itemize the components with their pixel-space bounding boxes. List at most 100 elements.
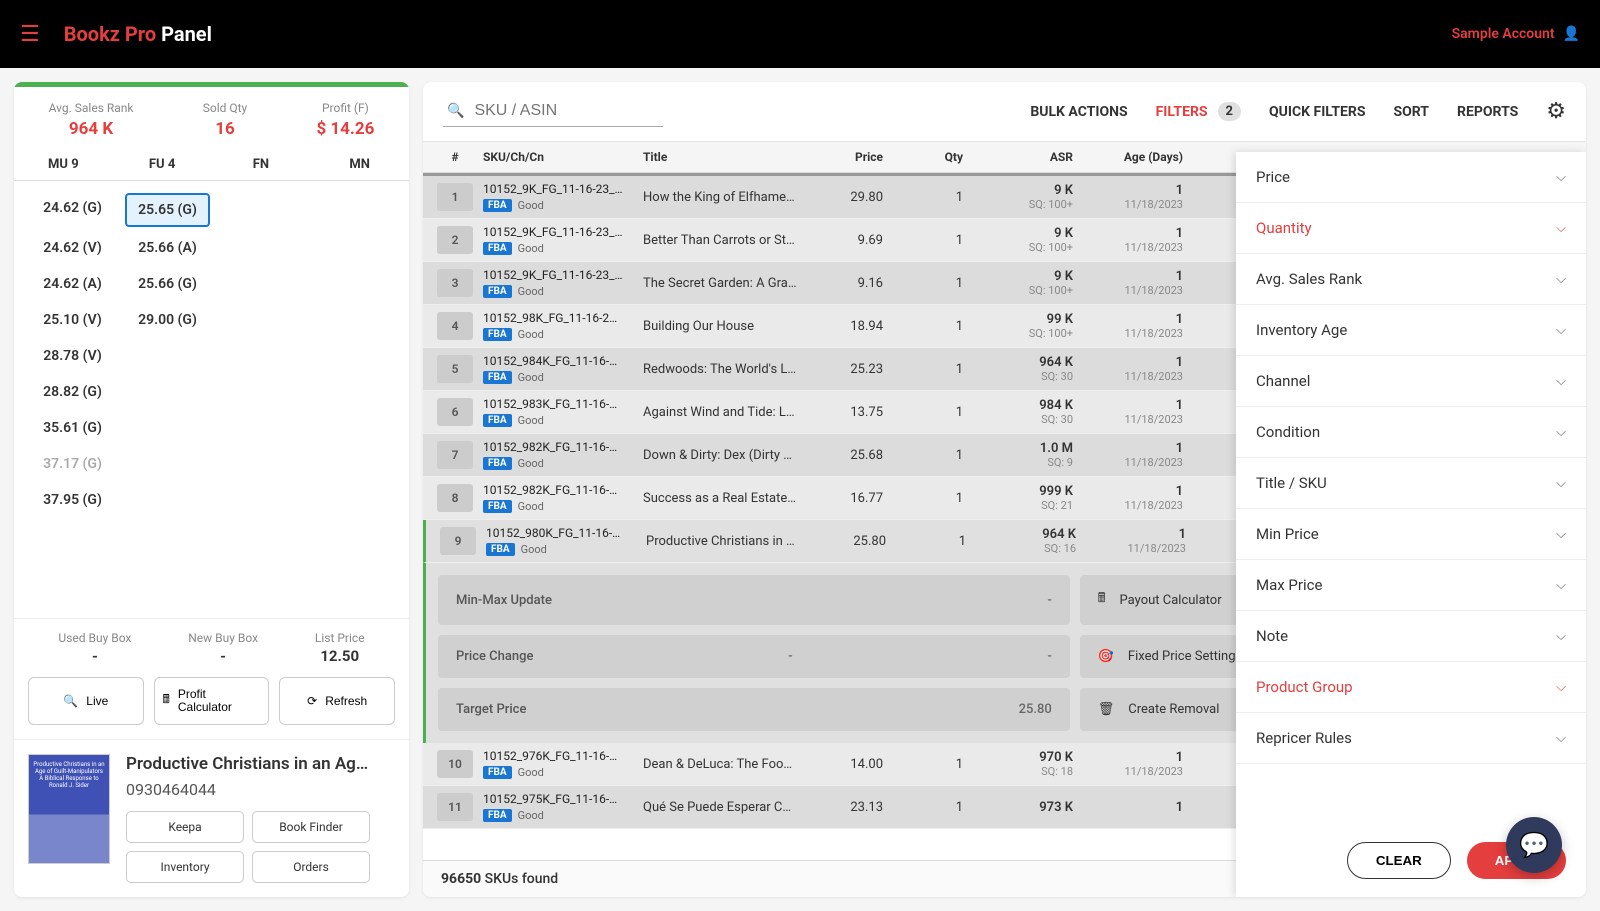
qty-cell: 1 bbox=[886, 534, 966, 549]
tab-mn[interactable]: MN bbox=[310, 149, 409, 180]
status-text: 96650 SKUs found bbox=[441, 871, 558, 887]
product-buttons: Keepa Book Finder Inventory Orders bbox=[126, 811, 395, 883]
stat-avg-sales-rank: Avg. Sales Rank 964 K bbox=[49, 101, 134, 139]
minmax-update[interactable]: Min-Max Update- bbox=[438, 575, 1070, 625]
qty-cell: 1 bbox=[883, 491, 963, 506]
chevron-down-icon: ⌵ bbox=[1556, 527, 1566, 542]
brand-secondary: Panel bbox=[161, 22, 212, 46]
tab-fu[interactable]: FU 4 bbox=[113, 149, 212, 180]
filter-item[interactable]: Product Group⌵ bbox=[1236, 662, 1586, 713]
price-cell[interactable]: 35.61 (G) bbox=[30, 413, 115, 443]
price-cell[interactable]: 37.95 (G) bbox=[30, 485, 115, 515]
age-cell: 1 bbox=[1073, 800, 1183, 815]
menu-icon[interactable]: ☰ bbox=[20, 22, 40, 47]
filter-item[interactable]: Avg. Sales Rank⌵ bbox=[1236, 254, 1586, 305]
price-cell[interactable]: 25.10 (V) bbox=[30, 305, 115, 335]
price-cell: 29.80 bbox=[803, 190, 883, 205]
sku-cell: 10152_975K_FG_11-16-… FBAGood bbox=[473, 792, 643, 822]
fba-badge: FBA bbox=[483, 328, 512, 341]
price-cell[interactable]: 24.62 (V) bbox=[30, 233, 115, 263]
clear-button[interactable]: CLEAR bbox=[1347, 842, 1451, 879]
price-grid: 24.62 (G) 25.65 (G) 24.62 (V) 25.66 (A) 24.6… bbox=[14, 181, 409, 618]
chevron-down-icon: ⌵ bbox=[1556, 578, 1566, 593]
fba-badge: FBA bbox=[483, 371, 512, 384]
orders-button[interactable]: Orders bbox=[252, 851, 370, 883]
live-button[interactable]: 🔍Live bbox=[28, 677, 144, 725]
age-cell: 111/18/2023 bbox=[1073, 269, 1183, 297]
chat-bubble-icon[interactable]: 💬 bbox=[1506, 817, 1562, 873]
asr-cell: 9 KSQ: 100+ bbox=[963, 183, 1073, 211]
tab-fn[interactable]: FN bbox=[212, 149, 311, 180]
header-left: ☰ Bookz Pro Panel bbox=[20, 22, 212, 47]
filter-label: Inventory Age bbox=[1256, 321, 1347, 339]
target-price[interactable]: Target Price25.80 bbox=[438, 688, 1070, 731]
user-icon: 👤 bbox=[1563, 26, 1580, 42]
filter-item[interactable]: Inventory Age⌵ bbox=[1236, 305, 1586, 356]
filter-count-badge: 2 bbox=[1218, 102, 1241, 121]
keepa-button[interactable]: Keepa bbox=[126, 811, 244, 843]
filter-item[interactable]: Quantity⌵ bbox=[1236, 203, 1586, 254]
sort-button[interactable]: SORT bbox=[1393, 104, 1429, 120]
col-asr: ASR bbox=[963, 150, 1073, 164]
price-cell[interactable]: 29.00 (G) bbox=[125, 305, 210, 335]
filter-item[interactable]: Title / SKU⌵ bbox=[1236, 458, 1586, 509]
filter-item[interactable]: Max Price⌵ bbox=[1236, 560, 1586, 611]
filter-item[interactable]: Price⌵ bbox=[1236, 152, 1586, 203]
price-cell[interactable]: 24.62 (G) bbox=[30, 193, 115, 227]
brand: Bookz Pro Panel bbox=[64, 22, 212, 46]
left-panel: Avg. Sales Rank 964 K Sold Qty 16 Profit… bbox=[14, 82, 409, 897]
age-cell: 111/18/2023 bbox=[1076, 527, 1186, 555]
product-asin: 0930464044 bbox=[126, 780, 395, 799]
sku-text: 10152_982K_FG_11-16-… bbox=[483, 483, 643, 497]
filters-button[interactable]: FILTERS 2 bbox=[1156, 102, 1241, 121]
fba-badge: FBA bbox=[483, 766, 512, 779]
age-cell: 111/18/2023 bbox=[1073, 226, 1183, 254]
bulk-actions-button[interactable]: BULK ACTIONS bbox=[1030, 104, 1127, 120]
filter-item[interactable]: Condition⌵ bbox=[1236, 407, 1586, 458]
search-input[interactable] bbox=[474, 102, 659, 120]
asr-cell: 999 KSQ: 21 bbox=[963, 484, 1073, 512]
price-change[interactable]: Price Change-- bbox=[438, 635, 1070, 678]
age-cell: 111/18/2023 bbox=[1073, 441, 1183, 469]
price-cell[interactable]: 28.82 (G) bbox=[30, 377, 115, 407]
price-cell: 9.16 bbox=[803, 276, 883, 291]
product-title: Productive Christians in an Age of… bbox=[126, 754, 376, 774]
price-cell[interactable]: 28.78 (V) bbox=[30, 341, 115, 371]
qty-cell: 1 bbox=[883, 448, 963, 463]
profit-calc-button[interactable]: 🖩Profit Calculator bbox=[154, 677, 270, 725]
title-cell: Against Wind and Tide: L… bbox=[643, 405, 803, 420]
condition-label: Good bbox=[518, 457, 544, 470]
price-cell[interactable]: 25.65 (G) bbox=[125, 193, 210, 227]
filter-item[interactable]: Min Price⌵ bbox=[1236, 509, 1586, 560]
book-finder-button[interactable]: Book Finder bbox=[252, 811, 370, 843]
filter-item[interactable]: Note⌵ bbox=[1236, 611, 1586, 662]
chevron-down-icon: ⌵ bbox=[1556, 731, 1566, 746]
price-cell[interactable]: 25.66 (A) bbox=[125, 233, 210, 263]
quick-filters-button[interactable]: QUICK FILTERS bbox=[1269, 104, 1365, 120]
price-cell: 23.13 bbox=[803, 800, 883, 815]
sku-text: 10152_982K_FG_11-16-… bbox=[483, 440, 643, 454]
sku-text: 10152_984K_FG_11-16-… bbox=[483, 354, 643, 368]
condition-label: Good bbox=[518, 328, 544, 341]
account-link[interactable]: Sample Account 👤 bbox=[1452, 26, 1580, 42]
title-cell: Down & Dirty: Dex (Dirty … bbox=[643, 448, 803, 463]
condition-label: Good bbox=[521, 543, 547, 556]
filter-item[interactable]: Channel⌵ bbox=[1236, 356, 1586, 407]
refresh-button[interactable]: ⟳Refresh bbox=[279, 677, 395, 725]
row-number: 10 bbox=[437, 750, 473, 778]
filter-label: Title / SKU bbox=[1256, 474, 1327, 492]
age-cell: 111/18/2023 bbox=[1073, 312, 1183, 340]
asr-cell: 984 KSQ: 30 bbox=[963, 398, 1073, 426]
tab-mu[interactable]: MU 9 bbox=[14, 149, 113, 180]
asr-cell: 964 KSQ: 30 bbox=[963, 355, 1073, 383]
price-cell[interactable]: 37.17 (G) bbox=[30, 449, 115, 479]
filter-item[interactable]: Repricer Rules⌵ bbox=[1236, 713, 1586, 764]
chevron-down-icon: ⌵ bbox=[1556, 272, 1566, 287]
reports-button[interactable]: REPORTS bbox=[1457, 104, 1518, 120]
search-box[interactable]: 🔍 bbox=[443, 96, 663, 127]
price-cell[interactable]: 24.62 (A) bbox=[30, 269, 115, 299]
filter-label: Note bbox=[1256, 627, 1288, 645]
price-cell[interactable]: 25.66 (G) bbox=[125, 269, 210, 299]
inventory-button[interactable]: Inventory bbox=[126, 851, 244, 883]
gear-icon[interactable]: ⚙ bbox=[1546, 99, 1566, 124]
